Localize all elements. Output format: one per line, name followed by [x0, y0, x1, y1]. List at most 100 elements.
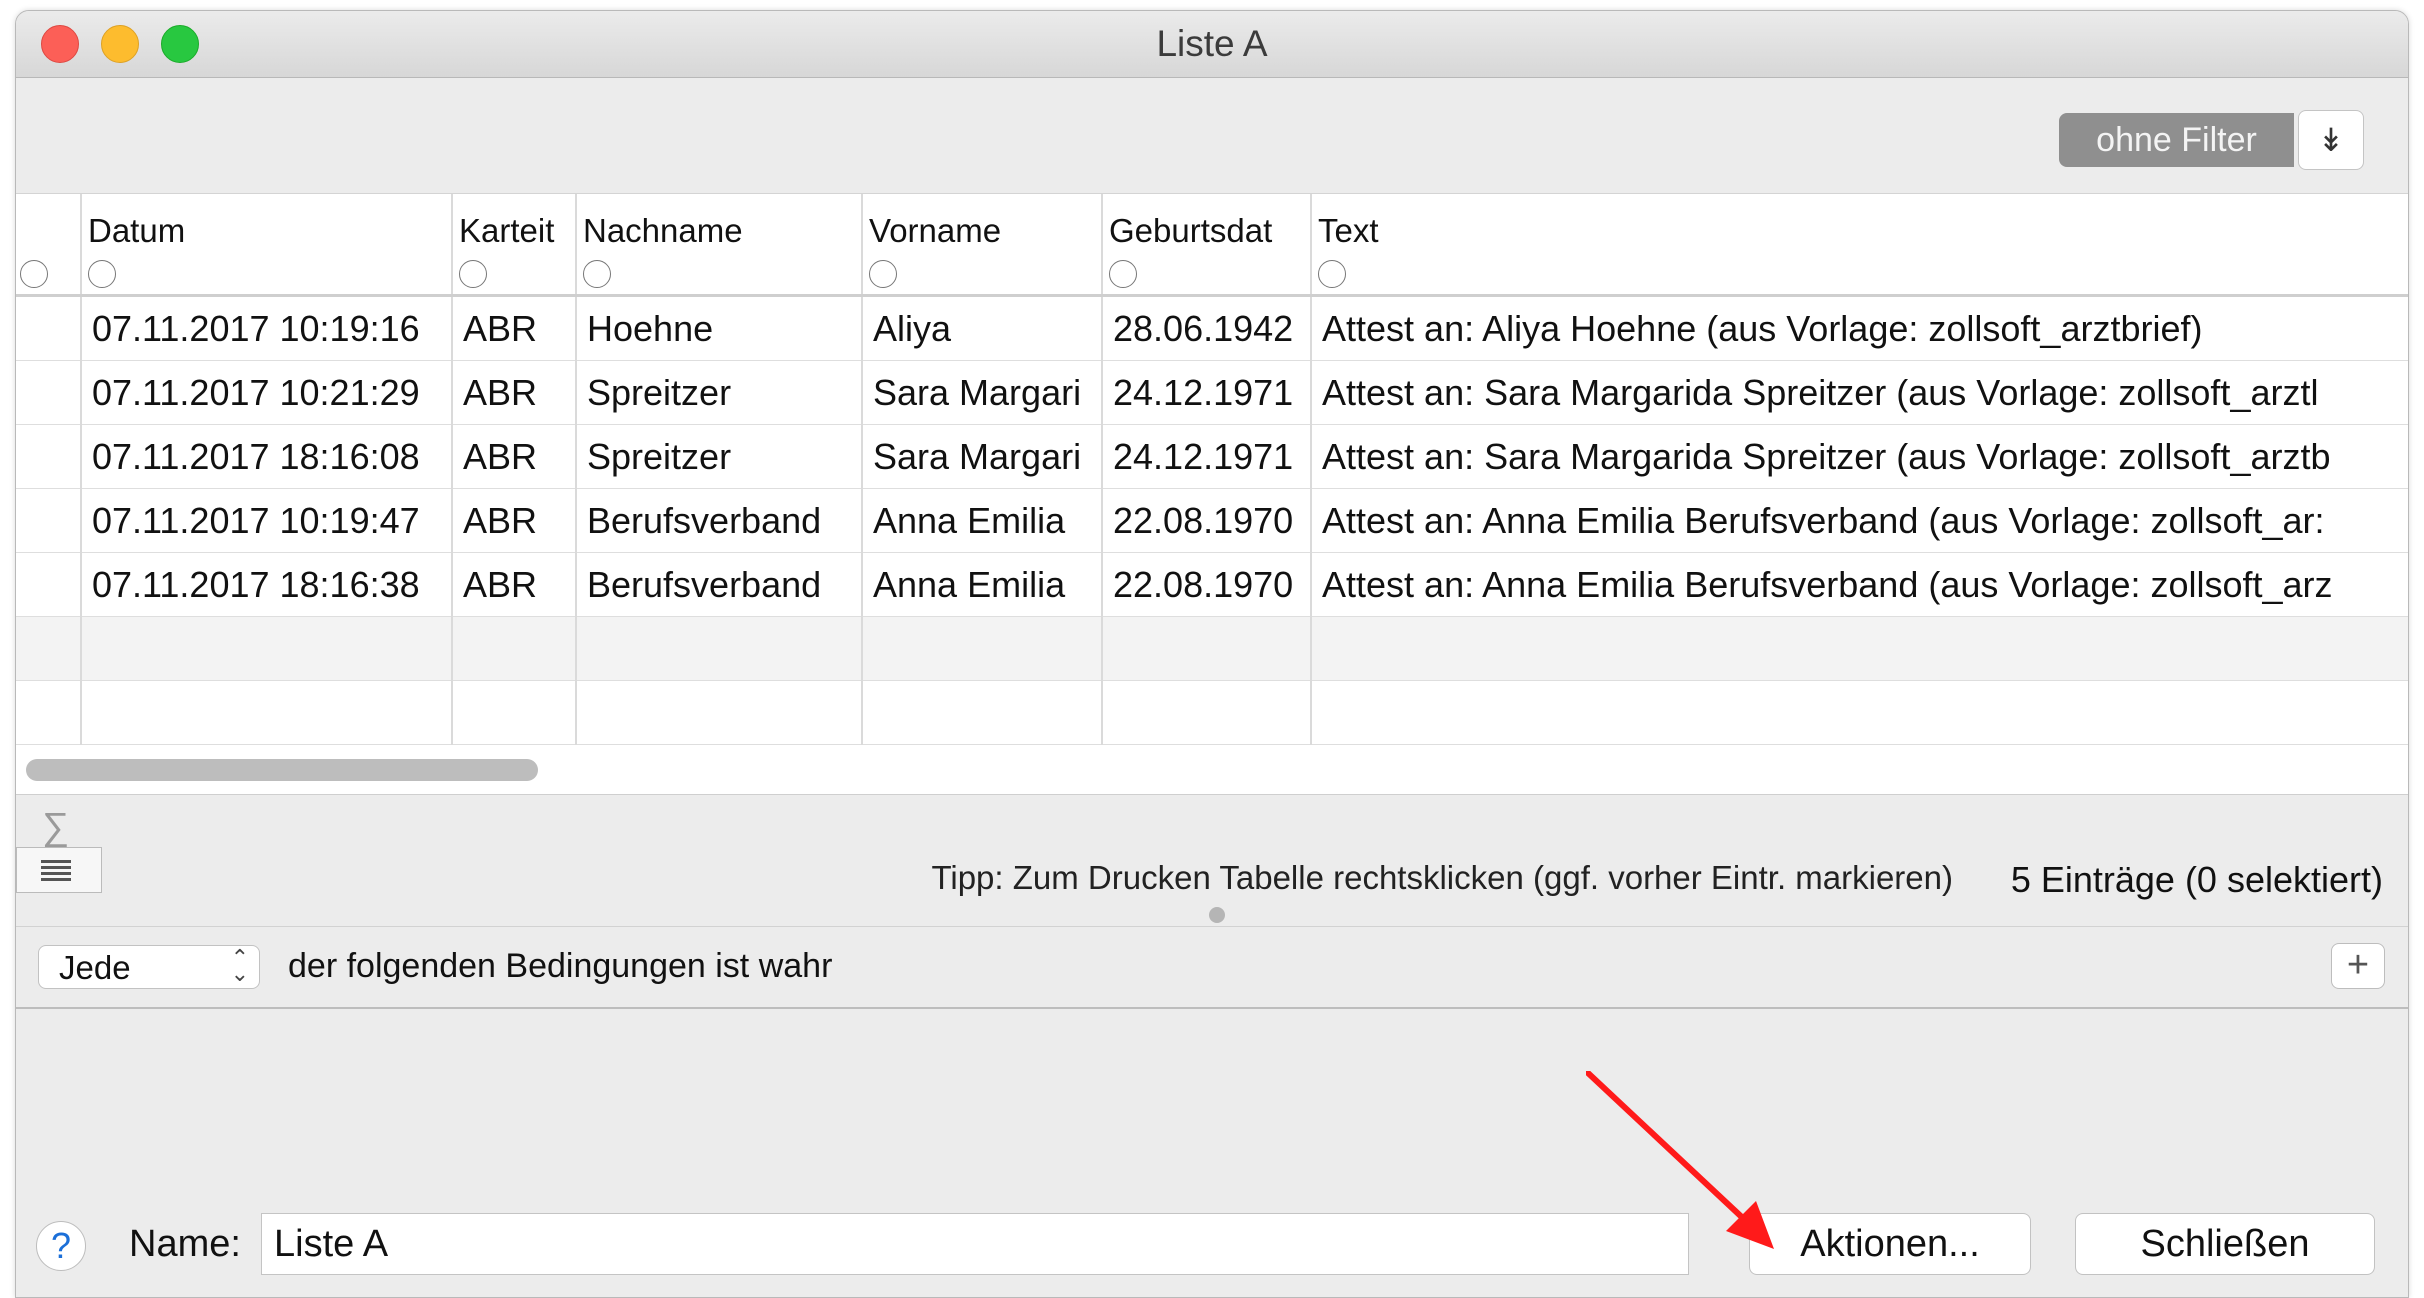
cell-karteit: ABR [453, 489, 577, 553]
row-select-cell[interactable] [16, 681, 82, 745]
condition-description: der folgenden Bedingungen ist wahr [288, 947, 833, 985]
row-select-cell[interactable] [16, 361, 82, 425]
table-row[interactable]: 07.11.2017 10:19:47 ABR Berufsverband An… [16, 489, 2408, 553]
title-bar[interactable]: Liste A [16, 11, 2408, 78]
column-header-geburtsdat[interactable]: Geburtsdat [1103, 194, 1312, 294]
notes-toggle-button[interactable] [16, 847, 102, 893]
row-select-cell[interactable] [16, 489, 82, 553]
table-row[interactable]: 07.11.2017 18:16:08 ABR Spreitzer Sara M… [16, 425, 2408, 489]
entries-table[interactable]: Datum Karteit Nachname Vorname Geburtsda… [16, 193, 2408, 795]
cell-karteit: ABR [453, 425, 577, 489]
column-header-label: Text [1318, 212, 1379, 249]
cell-vorname: Sara Margari [863, 425, 1103, 489]
column-header-label: Vorname [869, 212, 1002, 249]
help-button[interactable]: ? [36, 1221, 86, 1271]
column-radio[interactable] [1109, 260, 1137, 288]
list-name-input[interactable]: Liste A [261, 1213, 1689, 1275]
cell-vorname: Sara Margari [863, 361, 1103, 425]
add-condition-button[interactable]: + [2331, 943, 2385, 989]
column-radio[interactable] [88, 260, 116, 288]
column-header-text[interactable]: Text [1312, 194, 2408, 294]
cell-datum [82, 681, 453, 745]
cell-karteit [453, 681, 577, 745]
column-header-label: Datum [88, 212, 186, 249]
cell-karteit: ABR [453, 297, 577, 361]
cell-karteit: ABR [453, 553, 577, 617]
filter-menu-button[interactable]: ↡ [2298, 110, 2364, 170]
cell-nachname: Berufsverband [577, 553, 863, 617]
cell-text: Attest an: Sara Margarida Spreitzer (aus… [1322, 436, 2331, 477]
cell-karteit [453, 617, 577, 681]
text-lines-icon [41, 860, 71, 882]
column-header-label: Geburtsdat [1109, 212, 1273, 249]
actions-button[interactable]: Aktionen... [1749, 1213, 2031, 1275]
table-row[interactable]: 07.11.2017 10:21:29 ABR Spreitzer Sara M… [16, 361, 2408, 425]
cell-datum: 07.11.2017 10:19:47 [82, 489, 453, 553]
sigma-icon[interactable]: ∑ [42, 806, 69, 849]
cell-nachname: Berufsverband [577, 489, 863, 553]
cell-datum: 07.11.2017 10:19:16 [82, 297, 453, 361]
name-label: Name: [129, 1223, 241, 1265]
column-header-label: Nachname [583, 212, 743, 249]
cell-geburtsdat: 22.08.1970 [1103, 489, 1312, 553]
print-tip-text: Tipp: Zum Drucken Tabelle rechtsklicken … [931, 859, 1953, 896]
cell-geburtsdat: 24.12.1971 [1103, 425, 1312, 489]
empty-table-row[interactable] [16, 617, 2408, 681]
cell-vorname [863, 681, 1103, 745]
column-radio[interactable] [869, 260, 897, 288]
column-header-label: Karteit [459, 212, 555, 249]
cell-geburtsdat [1103, 681, 1312, 745]
cell-vorname [863, 617, 1103, 681]
condition-bar: Jede ⌃ ⌄ der folgenden Bedingungen ist wa… [16, 926, 2408, 1009]
row-select-cell[interactable] [16, 617, 82, 681]
row-select-cell[interactable] [16, 425, 82, 489]
cell-datum: 07.11.2017 18:16:08 [82, 425, 453, 489]
annotation-arrow-icon [1586, 1071, 1774, 1249]
cell-geburtsdat: 28.06.1942 [1103, 297, 1312, 361]
column-header-karteit[interactable]: Karteit [453, 194, 577, 294]
stepper-arrows-icon: ⌃ ⌄ [230, 945, 249, 986]
horizontal-scrollbar[interactable] [26, 759, 538, 781]
cell-nachname [577, 681, 863, 745]
cell-nachname [577, 617, 863, 681]
close-button[interactable]: Schließen [2075, 1213, 2375, 1275]
cell-nachname: Spreitzer [577, 425, 863, 489]
column-radio[interactable] [20, 260, 48, 288]
double-chevron-down-icon: ↡ [2317, 122, 2345, 158]
cell-text: Attest an: Aliya Hoehne (aus Vorlage: zo… [1322, 308, 2203, 349]
cell-karteit: ABR [453, 361, 577, 425]
table-row[interactable]: 07.11.2017 18:16:38 ABR Berufsverband An… [16, 553, 2408, 617]
cell-datum: 07.11.2017 10:21:29 [82, 361, 453, 425]
select-column-header[interactable] [16, 194, 82, 294]
cell-text: Attest an: Anna Emilia Berufsverband (au… [1322, 500, 2325, 541]
cell-datum: 07.11.2017 18:16:38 [82, 553, 453, 617]
cell-vorname: Aliya [863, 297, 1103, 361]
match-mode-value: Jede [59, 949, 131, 986]
cell-datum [82, 617, 453, 681]
cell-nachname: Spreitzer [577, 361, 863, 425]
row-select-cell[interactable] [16, 553, 82, 617]
cell-vorname: Anna Emilia [863, 489, 1103, 553]
cell-vorname: Anna Emilia [863, 553, 1103, 617]
column-radio[interactable] [583, 260, 611, 288]
cell-text: Attest an: Anna Emilia Berufsverband (au… [1322, 564, 2333, 605]
filter-status-pill[interactable]: ohne Filter [2059, 113, 2294, 167]
column-header-vorname[interactable]: Vorname [863, 194, 1103, 294]
cell-nachname: Hoehne [577, 297, 863, 361]
row-select-cell[interactable] [16, 297, 82, 361]
column-header-datum[interactable]: Datum [82, 194, 453, 294]
cell-text: Attest an: Sara Margarida Spreitzer (aus… [1322, 372, 2319, 413]
cell-geburtsdat: 22.08.1970 [1103, 553, 1312, 617]
column-header-nachname[interactable]: Nachname [577, 194, 863, 294]
match-mode-select[interactable]: Jede ⌃ ⌄ [38, 945, 260, 989]
window-title: Liste A [1156, 23, 1268, 64]
entry-count-text: 5 Einträge (0 selektiert) [2010, 859, 2383, 900]
cell-geburtsdat [1103, 617, 1312, 681]
column-radio[interactable] [1318, 260, 1346, 288]
empty-table-row[interactable] [16, 681, 2408, 745]
column-radio[interactable] [459, 260, 487, 288]
table-row[interactable]: 07.11.2017 10:19:16 ABR Hoehne Aliya 28.… [16, 297, 2408, 361]
split-resize-handle[interactable] [1209, 907, 1225, 923]
list-window: Liste A ohne Filter ↡ Datum Karteit Nach… [15, 10, 2409, 1298]
cell-geburtsdat: 24.12.1971 [1103, 361, 1312, 425]
